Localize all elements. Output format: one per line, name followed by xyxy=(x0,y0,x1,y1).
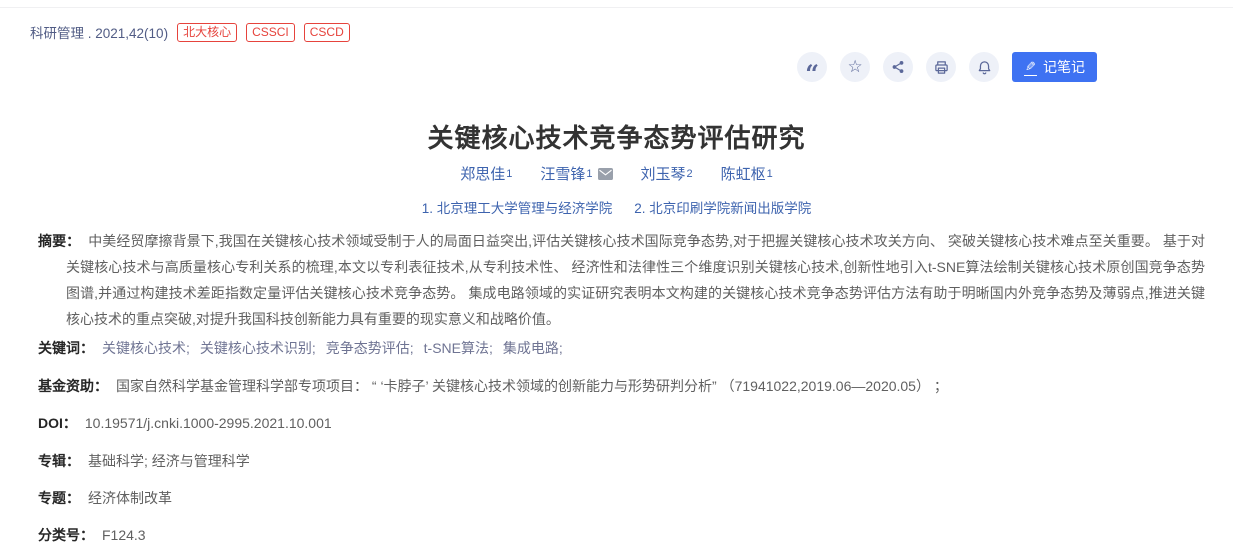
topic-value: 经济体制改革 xyxy=(88,490,172,506)
keywords-section: 关键词： 关键核心技术; 关键核心技术识别; 竞争态势评估; t-SNE算法; 集成电路; xyxy=(38,338,1205,358)
abstract-label: 摘要： xyxy=(38,233,80,249)
keyword-link[interactable]: 竞争态势评估; xyxy=(326,340,414,356)
top-divider xyxy=(0,7,1233,8)
keyword-link[interactable]: t-SNE算法; xyxy=(424,340,493,356)
keyword-link[interactable]: 关键核心技术识别; xyxy=(200,340,316,356)
album-label: 专辑： xyxy=(38,453,80,469)
affiliation-link[interactable]: 2. 北京印刷学院新闻出版学院 xyxy=(634,197,811,217)
author-link[interactable]: 刘玉琴2 xyxy=(641,163,693,184)
abstract-section: 摘要：中美经贸摩擦背景下,我国在关键核心技术领域受制于人的局面日益突出,评估关键… xyxy=(38,228,1205,332)
badge-cscd: CSCD xyxy=(304,23,350,42)
share-icon xyxy=(891,60,905,74)
journal-link[interactable]: 科研管理 . 2021,42(10) xyxy=(30,22,168,42)
star-icon: ☆ xyxy=(847,58,862,75)
author-link[interactable]: 郑思佳1 xyxy=(460,163,512,184)
take-note-label: 记笔记 xyxy=(1043,57,1085,77)
email-icon xyxy=(598,168,613,180)
action-toolbar: “ ☆ ✎ 记笔记 xyxy=(797,52,1097,82)
keywords-label: 关键词： xyxy=(38,340,94,356)
take-note-button[interactable]: ✎ 记笔记 xyxy=(1012,52,1097,82)
affiliation-link[interactable]: 1. 北京理工大学管理与经济学院 xyxy=(422,197,613,217)
abstract-text: 中美经贸摩擦背景下,我国在关键核心技术领域受制于人的局面日益突出,评估关键核心技… xyxy=(66,233,1205,327)
album-value: 基础科学; 经济与管理科学 xyxy=(88,453,250,469)
bell-icon xyxy=(977,60,992,75)
fund-section: 基金资助： 国家自然科学基金管理科学部专项项目： “ ‘卡脖子’ 关键核心技术领域… xyxy=(38,376,1205,396)
favorite-button[interactable]: ☆ xyxy=(840,52,870,82)
journal-source-row: 科研管理 . 2021,42(10) 北大核心 CSSCI CSCD xyxy=(30,22,350,42)
print-button[interactable] xyxy=(926,52,956,82)
badge-pku-core: 北大核心 xyxy=(177,23,237,42)
doi-label: DOI： xyxy=(38,415,77,431)
fund-label: 基金资助： xyxy=(38,378,108,394)
classification-section: 分类号： F124.3 xyxy=(38,525,1205,545)
article-title: 关键核心技术竞争态势评估研究 xyxy=(0,118,1233,155)
topic-section: 专题： 经济体制改革 xyxy=(38,488,1205,508)
affiliations-row: 1. 北京理工大学管理与经济学院 2. 北京印刷学院新闻出版学院 xyxy=(0,197,1233,217)
keyword-link[interactable]: 集成电路; xyxy=(503,340,563,356)
citation-quote-button[interactable]: “ xyxy=(797,52,827,82)
authors-row: 郑思佳1 汪雪锋1 刘玉琴2 陈虹枢1 xyxy=(0,163,1233,184)
pencil-icon: ✎ xyxy=(1024,58,1037,76)
alert-button[interactable] xyxy=(969,52,999,82)
doi-value: 10.19571/j.cnki.1000-2995.2021.10.001 xyxy=(85,415,332,431)
fund-project-link[interactable]: 国家自然科学基金管理科学部专项项目： “ ‘卡脖子’ 关键核心技术领域的创新能力… xyxy=(116,378,948,394)
share-button[interactable] xyxy=(883,52,913,82)
classification-value: F124.3 xyxy=(102,527,146,543)
keyword-link[interactable]: 关键核心技术; xyxy=(102,340,190,356)
classification-label: 分类号： xyxy=(38,527,94,543)
author-link-corresponding[interactable]: 汪雪锋1 xyxy=(540,163,612,184)
doi-section: DOI： 10.19571/j.cnki.1000-2995.2021.10.00… xyxy=(38,413,1205,433)
album-section: 专辑： 基础科学; 经济与管理科学 xyxy=(38,451,1205,471)
badge-cssci: CSSCI xyxy=(246,23,295,42)
printer-icon xyxy=(934,60,949,75)
author-link[interactable]: 陈虹枢1 xyxy=(721,163,773,184)
topic-label: 专题： xyxy=(38,490,80,506)
